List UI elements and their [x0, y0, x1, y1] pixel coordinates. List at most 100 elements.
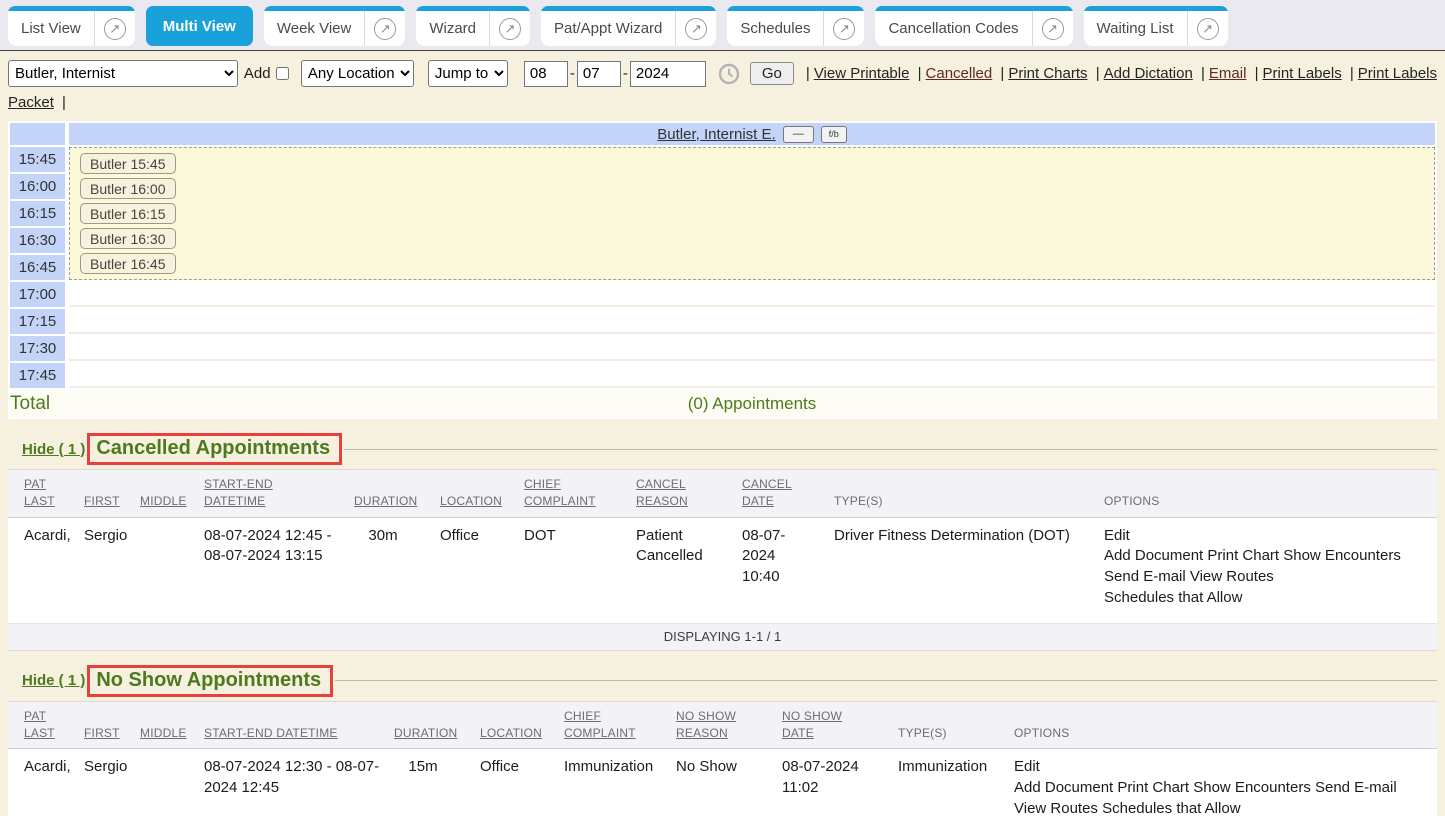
col-types: TYPE(S): [834, 493, 1104, 510]
view-tab-bar: List View ↗ Multi View Week View ↗ Wizar…: [0, 0, 1445, 51]
cell-middle: [140, 526, 204, 609]
fb-toggle-button[interactable]: f/b: [821, 126, 847, 143]
noshow-section-title: No Show Appointments: [96, 669, 321, 691]
date-month-input[interactable]: [524, 61, 568, 87]
tab-cancellation-codes[interactable]: Cancellation Codes ↗: [875, 6, 1072, 46]
table-row: Acardi, Sergio 08-07-2024 12:45 - 08-07-…: [8, 518, 1437, 624]
cell-types: Driver Fitness Determination (DOT): [834, 526, 1104, 609]
provider-select[interactable]: Butler, Internist: [8, 60, 238, 87]
external-link-icon[interactable]: ↗: [1197, 18, 1219, 40]
date-year-input[interactable]: [630, 61, 706, 87]
location-select[interactable]: Any Location: [301, 60, 414, 87]
col-pat-last[interactable]: PAT LAST: [24, 708, 84, 743]
col-middle[interactable]: MIDDLE: [140, 725, 204, 742]
cancelled-link[interactable]: Cancelled: [926, 65, 993, 82]
tab-multi-view[interactable]: Multi View: [146, 6, 253, 46]
view-printable-link[interactable]: View Printable: [814, 65, 910, 82]
cell-duration: 30m: [354, 526, 440, 609]
time-column: 15:45 16:00 16:15 16:30 16:45 17:00 17:1…: [10, 145, 65, 390]
col-middle[interactable]: MIDDLE: [140, 493, 204, 510]
col-duration[interactable]: DURATION: [394, 725, 480, 742]
open-slot-button[interactable]: Butler 16:00: [80, 178, 176, 199]
cell-first: Sergio: [84, 757, 140, 816]
time-label: 17:45: [10, 363, 65, 388]
col-chief-complaint[interactable]: CHIEF COMPLAINT: [524, 476, 636, 511]
col-chief-complaint[interactable]: CHIEF COMPLAINT: [564, 708, 676, 743]
cancelled-paging-status: DISPLAYING 1-1 / 1: [8, 624, 1437, 651]
empty-time-slot[interactable]: [69, 280, 1435, 307]
empty-time-slot[interactable]: [69, 361, 1435, 388]
col-start-end[interactable]: START-END DATETIME: [204, 476, 354, 511]
cell-start-end: 08-07-2024 12:30 - 08-07-2024 12:45: [204, 757, 394, 816]
cell-first: Sergio: [84, 526, 140, 609]
open-slot-button[interactable]: Butler 16:15: [80, 203, 176, 224]
tab-pat-appt-wizard[interactable]: Pat/Appt Wizard ↗: [541, 6, 716, 46]
external-link-icon[interactable]: ↗: [104, 18, 126, 40]
external-link-icon[interactable]: ↗: [1042, 18, 1064, 40]
add-checkbox[interactable]: [276, 66, 289, 81]
annotation-highlight-box: No Show Appointments: [87, 665, 333, 697]
multi-view-schedule: Butler, Internist E. — f/b 15:45 16:00 1…: [8, 121, 1437, 419]
email-link[interactable]: Email: [1209, 65, 1247, 82]
col-noshow-date[interactable]: NO SHOW DATE: [782, 708, 898, 743]
print-labels-link[interactable]: Print Labels: [1262, 65, 1341, 82]
noshow-appointments-table: PAT LAST FIRST MIDDLE START-END DATETIME…: [8, 701, 1437, 816]
time-label: 16:30: [10, 228, 65, 253]
tab-week-view[interactable]: Week View ↗: [264, 6, 405, 46]
print-labels-packet-link-wrap[interactable]: Packet: [8, 94, 54, 111]
minimize-column-button[interactable]: —: [783, 126, 814, 143]
print-labels-packet-link[interactable]: Print Labels: [1358, 65, 1437, 82]
appointments-count: (0) Appointments: [69, 391, 1435, 417]
col-location[interactable]: LOCATION: [480, 725, 564, 742]
tab-waiting-list[interactable]: Waiting List ↗: [1084, 6, 1228, 46]
table-row: Acardi, Sergio 08-07-2024 12:30 - 08-07-…: [8, 749, 1437, 816]
provider-header-link[interactable]: Butler, Internist E.: [657, 126, 775, 143]
external-link-icon[interactable]: ↗: [685, 18, 707, 40]
cancelled-appointments-table: PAT LAST FIRST MIDDLE START-END DATETIME…: [8, 469, 1437, 651]
col-options: OPTIONS: [1104, 493, 1437, 510]
cell-cancel-date: 08-07- 2024 10:40: [742, 526, 834, 609]
empty-time-slot[interactable]: [69, 334, 1435, 361]
add-label: Add: [244, 65, 271, 82]
action-links: |View Printable |Cancelled |Print Charts…: [802, 65, 1437, 82]
col-options: OPTIONS: [1014, 725, 1437, 742]
cancelled-section-title: Cancelled Appointments: [96, 437, 330, 459]
cell-location: Office: [480, 757, 564, 816]
open-slot-button[interactable]: Butler 15:45: [80, 153, 176, 174]
hide-noshow-link[interactable]: Hide ( 1 ): [22, 672, 85, 689]
col-location[interactable]: LOCATION: [440, 493, 524, 510]
go-button[interactable]: Go: [750, 62, 794, 85]
tab-list-view[interactable]: List View ↗: [8, 6, 135, 46]
col-cancel-date[interactable]: CANCEL DATE: [742, 476, 834, 511]
time-label: 17:30: [10, 336, 65, 361]
col-first[interactable]: FIRST: [84, 725, 140, 742]
cell-types: Immunization: [898, 757, 1014, 816]
date-day-input[interactable]: [577, 61, 621, 87]
col-pat-last[interactable]: PAT LAST: [24, 476, 84, 511]
cell-options[interactable]: Edit Add Document Print Chart Show Encou…: [1014, 757, 1437, 816]
col-duration[interactable]: DURATION: [354, 493, 440, 510]
cell-options[interactable]: Edit Add Document Print Chart Show Encou…: [1104, 526, 1437, 609]
add-dictation-link[interactable]: Add Dictation: [1104, 65, 1193, 82]
col-noshow-reason[interactable]: NO SHOW REASON: [676, 708, 782, 743]
hide-cancelled-link[interactable]: Hide ( 1 ): [22, 441, 85, 458]
external-link-icon[interactable]: ↗: [499, 18, 521, 40]
clock-icon[interactable]: [718, 63, 740, 85]
open-slot-button[interactable]: Butler 16:30: [80, 228, 176, 249]
time-label: 15:45: [10, 147, 65, 172]
tab-schedules[interactable]: Schedules ↗: [727, 6, 864, 46]
time-label: 17:00: [10, 282, 65, 307]
external-link-icon[interactable]: ↗: [833, 18, 855, 40]
external-link-icon[interactable]: ↗: [374, 18, 396, 40]
date-separator: -: [623, 65, 628, 82]
cell-cancel-reason: Patient Cancelled: [636, 526, 742, 609]
empty-time-slot[interactable]: [69, 307, 1435, 334]
time-label: 16:15: [10, 201, 65, 226]
jump-to-select[interactable]: Jump to: [428, 60, 508, 87]
tab-wizard[interactable]: Wizard ↗: [416, 6, 530, 46]
col-first[interactable]: FIRST: [84, 493, 140, 510]
print-charts-link[interactable]: Print Charts: [1008, 65, 1087, 82]
col-start-end[interactable]: START-END DATETIME: [204, 725, 394, 742]
open-slot-button[interactable]: Butler 16:45: [80, 253, 176, 274]
col-cancel-reason[interactable]: CANCEL REASON: [636, 476, 742, 511]
